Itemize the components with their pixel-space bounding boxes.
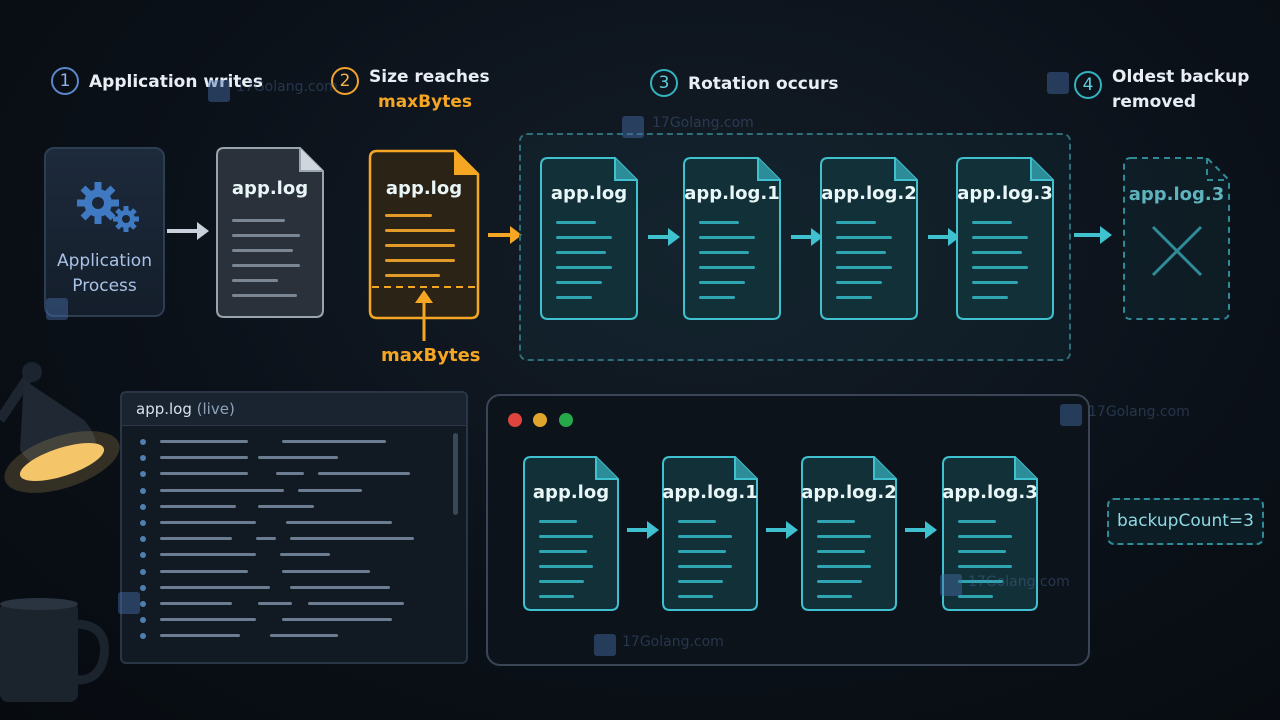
document-lines	[232, 219, 308, 309]
log-bullet-icon	[140, 584, 146, 591]
document-lines	[958, 520, 1022, 610]
watermark-logo-icon	[118, 592, 140, 614]
document-lines	[972, 221, 1038, 311]
step-1-number: 1	[51, 67, 79, 95]
watermark-logo-icon	[46, 298, 68, 320]
log-bullet-icon	[140, 633, 146, 640]
removal-arrow	[1074, 226, 1112, 244]
step-4-label-line1: Oldest backup	[1112, 67, 1250, 87]
close-icon	[1151, 225, 1203, 277]
application-process-line1: Application	[57, 251, 152, 271]
watermark: 17Golang.com	[622, 634, 724, 650]
step-3-label: Rotation occurs	[688, 74, 839, 94]
log-file-name: app.log	[532, 482, 610, 503]
removed-backup-file-name: app.log.3	[1128, 184, 1225, 205]
log-bullet-icon	[140, 601, 146, 607]
log-file-rotated-1: app.log.1	[683, 157, 781, 320]
watermark: 17Golang.com	[236, 79, 338, 95]
log-file-window-1: app.log.1	[662, 456, 758, 611]
step-1-header: 1 Application writes	[51, 67, 263, 97]
log-file-name: app.log.2	[821, 183, 917, 204]
log-file-name: app.log.1	[662, 482, 758, 503]
window-minimize-button[interactable]	[533, 413, 547, 427]
log-file-written: app.log	[216, 147, 324, 318]
log-bullet-icon	[140, 503, 146, 510]
document-lines	[836, 221, 902, 311]
step-4-header: 4 Oldest backup removed	[1074, 65, 1249, 115]
watermark: 17Golang.com	[652, 115, 754, 131]
document-lines	[539, 520, 603, 610]
live-log-panel-subtitle: (live)	[196, 400, 235, 418]
coffee-mug-illustration	[0, 598, 109, 702]
log-file-name: app.log.2	[801, 482, 897, 503]
removed-backup-file: app.log.3	[1123, 157, 1230, 320]
scrollbar[interactable]	[453, 433, 458, 515]
watermark-logo-icon	[1060, 404, 1082, 426]
log-file-name: app.log.1	[684, 183, 780, 204]
application-process-box: Application Process	[44, 147, 165, 317]
rotation-arrow	[791, 228, 823, 246]
log-bullet-icon	[140, 439, 146, 445]
step-4-text: Oldest backup removed	[1112, 65, 1249, 115]
log-file-name: app.log.3	[942, 482, 1038, 503]
log-file-full-name: app.log	[385, 178, 463, 199]
step-2-accent: maxBytes	[378, 92, 472, 112]
step-4-label-line2: removed	[1112, 92, 1197, 112]
step-2-label: Size reaches	[369, 67, 490, 87]
window-maximize-button[interactable]	[559, 413, 573, 427]
log-file-rotated-3: app.log.3	[956, 157, 1054, 320]
log-file-rotated-0: app.log	[540, 157, 638, 320]
step-3-header: 3 Rotation occurs	[650, 69, 838, 99]
log-file-name: app.log.3	[957, 183, 1053, 204]
watermark-logo-icon	[594, 634, 616, 656]
application-process-line2: Process	[72, 276, 137, 296]
rotation-arrow	[627, 521, 659, 539]
backup-count-badge: backupCount=3	[1107, 498, 1264, 545]
log-file-rotated-2: app.log.2	[820, 157, 918, 320]
watermark-logo-icon	[940, 574, 962, 596]
watermark: 17Golang.com	[968, 574, 1070, 590]
write-arrow	[167, 222, 209, 240]
desk-lamp-illustration	[0, 362, 120, 493]
application-process-label: Application Process	[46, 249, 163, 299]
rotation-arrow	[905, 521, 937, 539]
log-bullet-icon	[140, 536, 146, 543]
log-bullet-icon	[140, 520, 146, 526]
step-2-header: 2 Size reaches maxBytes	[331, 65, 490, 115]
rotation-arrow	[648, 228, 680, 246]
window-close-button[interactable]	[508, 413, 522, 427]
watermark-logo-icon	[622, 116, 644, 138]
document-lines	[817, 520, 881, 610]
rotation-arrow	[766, 521, 798, 539]
step-3-number: 3	[650, 69, 678, 97]
live-log-panel-header: app.log (live)	[122, 393, 466, 426]
step-4-number: 4	[1074, 71, 1102, 99]
step-2-text: Size reaches maxBytes	[369, 65, 490, 115]
live-log-panel-title: app.log	[136, 400, 192, 418]
log-file-written-name: app.log	[231, 178, 309, 199]
document-lines	[385, 214, 463, 289]
watermark: 17Golang.com	[1088, 404, 1190, 420]
threshold-arrow-icon	[415, 290, 433, 341]
log-file-window-0: app.log	[523, 456, 619, 611]
document-lines	[556, 221, 622, 311]
log-bullet-icon	[140, 471, 146, 478]
log-bullet-icon	[140, 455, 146, 462]
log-file-window-2: app.log.2	[801, 456, 897, 611]
rotation-arrow	[928, 228, 960, 246]
log-bullet-icon	[140, 568, 146, 575]
log-file-name: app.log	[550, 183, 628, 204]
log-bullet-icon	[140, 617, 146, 624]
gears-icon	[77, 182, 139, 232]
threshold-label: maxBytes	[381, 345, 481, 366]
watermark-logo-icon	[1047, 72, 1069, 94]
watermark-logo-icon	[208, 80, 230, 102]
log-bullet-icon	[140, 552, 146, 559]
live-log-panel[interactable]: app.log (live)	[120, 391, 468, 664]
document-lines	[678, 520, 742, 610]
log-bullet-icon	[140, 487, 146, 494]
rotation-trigger-arrow	[488, 226, 522, 244]
document-lines	[699, 221, 765, 311]
